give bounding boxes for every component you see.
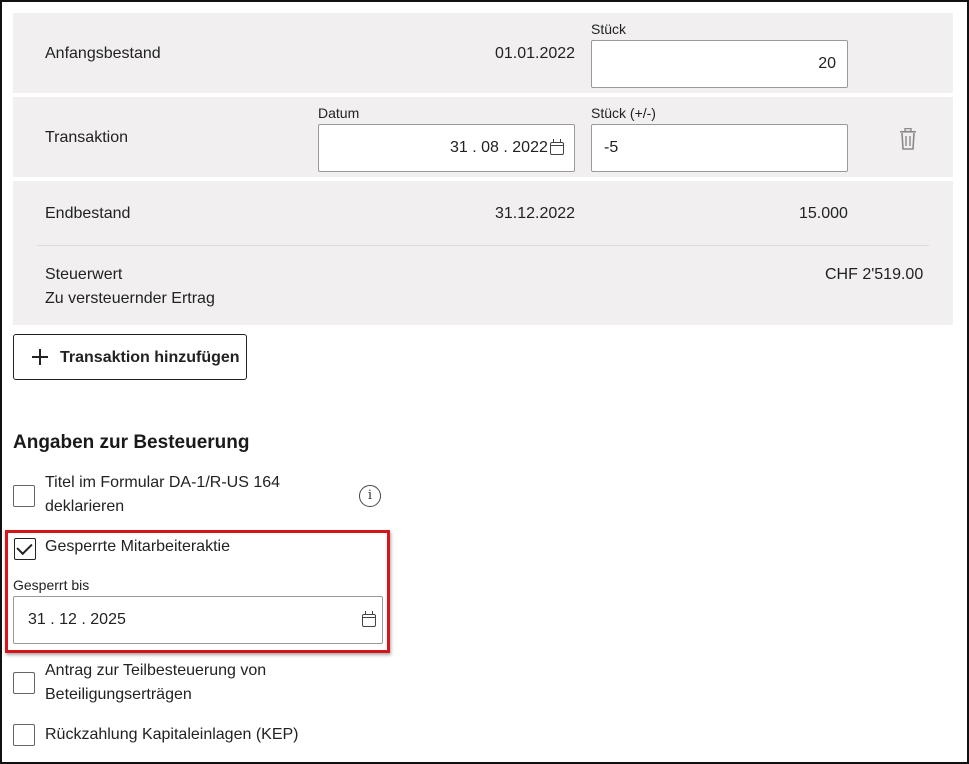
calendar-icon[interactable]: [550, 139, 564, 155]
locked-until-date-input[interactable]: 31 . 12 . 2025: [13, 596, 383, 644]
page-frame: Anfangsbestand 01.01.2022 Stück 20 Trans…: [0, 0, 969, 764]
tax-value-label: Steuerwert: [45, 266, 123, 283]
opening-balance-date: 01.01.2022: [495, 45, 576, 62]
transaction-qty-input[interactable]: -5: [591, 124, 848, 172]
locked-until-date-value: 31 . 12 . 2025: [28, 611, 126, 628]
closing-balance-qty: 15.000: [799, 205, 848, 222]
transaction-date-input[interactable]: 31 . 08 . 2022: [318, 124, 575, 172]
opening-qty-input[interactable]: 20: [591, 40, 848, 88]
declare-form-checkbox[interactable]: [13, 485, 35, 507]
transaction-label: Transaktion: [45, 129, 128, 146]
closing-balance-panel: Endbestand 31.12.2022 15.000 Steuerwert …: [13, 181, 953, 325]
calendar-icon[interactable]: [362, 611, 376, 627]
opening-balance-label: Anfangsbestand: [45, 45, 161, 62]
partial-taxation-checkbox[interactable]: [13, 672, 35, 694]
transaction-date-label: Datum: [318, 105, 360, 121]
taxable-income-label: Zu versteuernder Ertrag: [45, 290, 215, 307]
tax-value-amount: CHF 2'519.00: [825, 266, 924, 283]
closing-balance-date: 31.12.2022: [495, 205, 576, 222]
declare-form-label-line2: deklarieren: [45, 498, 125, 515]
transaction-qty-label: Stück (+/-): [591, 105, 656, 121]
capital-repayment-checkbox[interactable]: [13, 724, 35, 746]
checkmark-icon: [16, 538, 33, 556]
capital-repayment-label: Rückzahlung Kapitaleinlagen (KEP): [45, 726, 299, 743]
add-transaction-button[interactable]: Transaktion hinzufügen: [13, 334, 247, 380]
transaction-row: Transaktion Datum 31 . 08 . 2022 Stück (…: [13, 97, 953, 177]
info-icon[interactable]: i: [359, 485, 381, 507]
add-transaction-label: Transaktion hinzufügen: [60, 349, 240, 366]
partial-taxation-label-line1: Antrag zur Teilbesteuerung von: [45, 662, 267, 679]
transaction-date-value: 31 . 08 . 2022: [450, 139, 548, 156]
closing-balance-label: Endbestand: [45, 205, 131, 222]
opening-qty-value: 20: [818, 55, 836, 72]
locked-employee-share-checkbox[interactable]: [14, 538, 36, 560]
locked-until-label: Gesperrt bis: [13, 577, 90, 593]
plus-icon: [32, 349, 48, 365]
declare-form-label-line1: Titel im Formular DA-1/R-US 164: [45, 474, 281, 491]
trash-icon[interactable]: [899, 128, 917, 150]
partial-taxation-label-line2: Beteiligungserträgen: [45, 686, 192, 703]
opening-balance-row: Anfangsbestand 01.01.2022 Stück 20: [13, 13, 953, 93]
taxation-heading: Angaben zur Besteuerung: [13, 432, 250, 453]
transaction-qty-value: -5: [604, 139, 619, 156]
divider: [37, 245, 929, 246]
opening-qty-label: Stück: [591, 21, 627, 37]
locked-employee-share-label: Gesperrte Mitarbeiteraktie: [45, 538, 230, 555]
